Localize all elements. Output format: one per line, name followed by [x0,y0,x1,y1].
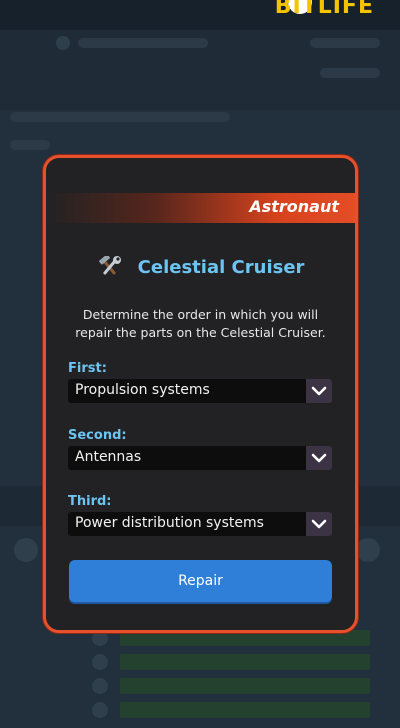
background-stat-icon [92,654,108,670]
dialog-title-row: Celestial Cruiser [46,254,355,278]
third-part-dropdown-button[interactable] [306,512,332,536]
career-banner-label: Astronaut [249,197,339,216]
third-part-value: Power distribution systems [75,515,264,531]
background-text [10,112,230,122]
background-stat-bar [120,654,370,670]
first-part-value: Propulsion systems [75,382,210,398]
chevron-down-icon [311,453,327,463]
dialog-description: Determine the order in which you will re… [75,307,326,340]
tools-icon [97,254,123,278]
background-action-icon [14,538,38,562]
second-field-label: Second: [68,428,127,443]
second-part-dropdown-button[interactable] [306,446,332,470]
third-part-select[interactable]: Power distribution systems [68,512,332,536]
background-money [310,38,380,48]
repair-button[interactable]: Repair [69,560,332,602]
career-banner: Astronaut [46,193,355,223]
second-part-value: Antennas [75,449,142,465]
background-stat-icon [92,678,108,694]
background-text [10,140,50,150]
first-part-dropdown-button[interactable] [306,379,332,403]
background-name [78,38,208,48]
background-app-logo: BITLIFE [274,0,374,19]
background-stat-bar [120,678,370,694]
background-action-icon [356,538,380,562]
background-stat [320,68,380,78]
repair-dialog: Astronaut Celestial Cruiser Determine th… [43,155,358,633]
background-flag-icon [56,36,70,50]
background-stat-bar [120,702,370,718]
third-field-label: Third: [68,494,112,509]
chevron-down-icon [311,519,327,529]
first-field-label: First: [68,361,107,376]
first-part-select[interactable]: Propulsion systems [68,379,332,403]
dialog-title: Celestial Cruiser [137,256,305,278]
chevron-down-icon [311,386,327,396]
background-stat-icon [92,702,108,718]
second-part-select[interactable]: Antennas [68,446,332,470]
